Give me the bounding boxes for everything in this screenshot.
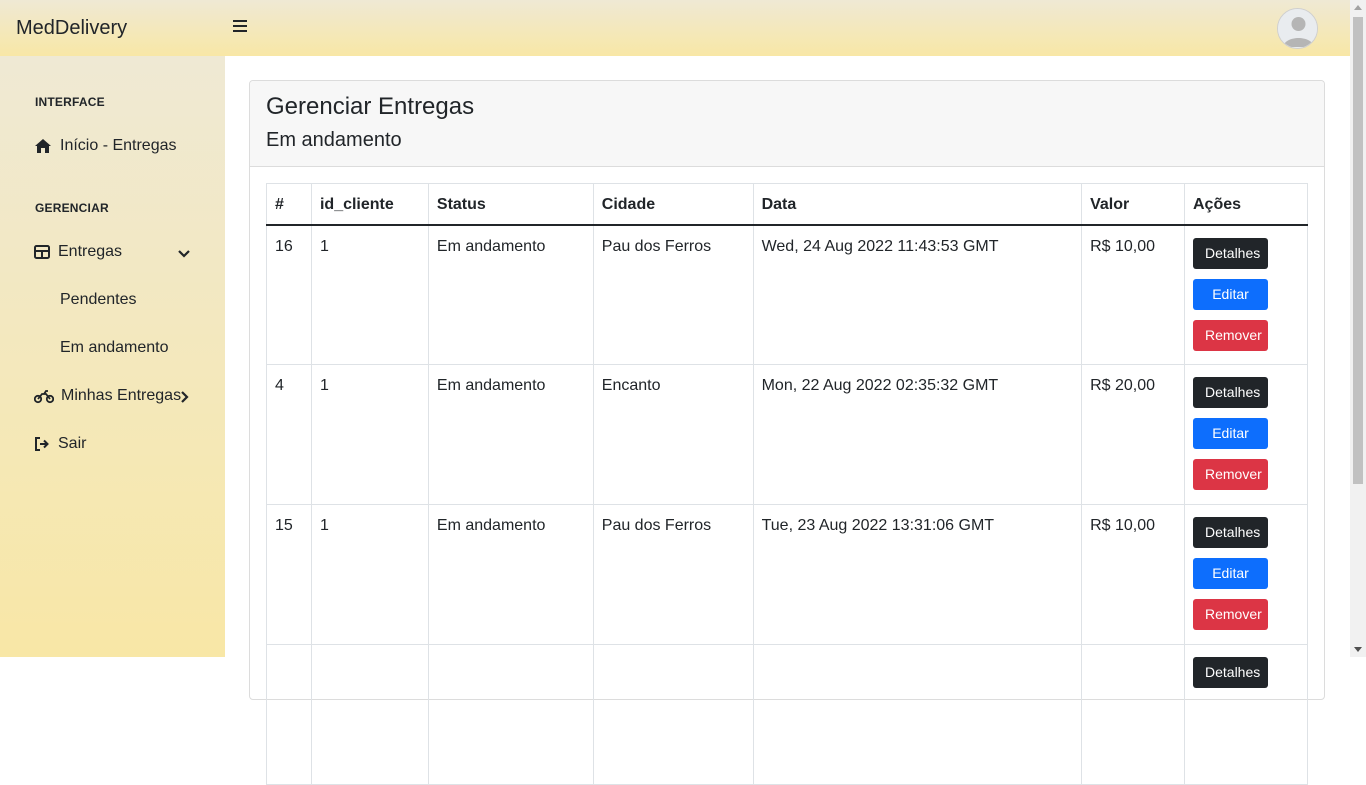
cell-status: Em andamento <box>427 504 594 645</box>
user-avatar-icon[interactable] <box>1277 8 1318 49</box>
editar-button[interactable]: Editar <box>1193 278 1268 310</box>
brand-logo[interactable]: MedDelivery <box>16 17 127 40</box>
sidebar-item-sair[interactable]: Sair <box>34 435 86 453</box>
card-header: Gerenciar Entregas Em andamento <box>250 81 1324 167</box>
sidebar-item-minhas-entregas[interactable]: Minhas Entregas <box>33 387 182 405</box>
cell-actions: Detalhes Editar Remover <box>1184 224 1308 365</box>
detalhes-button[interactable]: Detalhes <box>1193 377 1268 408</box>
column-header-id[interactable]: # <box>266 183 312 226</box>
cell-cidade: Pau dos Ferros <box>592 224 754 365</box>
hamburger-icon[interactable] <box>233 20 247 34</box>
detalhes-button[interactable]: Detalhes <box>1193 237 1268 269</box>
remover-button[interactable]: Remover <box>1193 319 1268 351</box>
table-header-row: # id_cliente Status Cidade Data Valor Aç… <box>266 183 1308 226</box>
editar-button[interactable]: Editar <box>1193 558 1268 589</box>
column-header-data[interactable]: Data <box>752 183 1083 226</box>
table-icon <box>34 244 50 260</box>
remover-button[interactable]: Remover <box>1193 599 1268 630</box>
table-row: 15 1 Em andamento Pau dos Ferros Tue, 23… <box>266 504 1308 645</box>
editar-button[interactable]: Editar <box>1193 418 1268 449</box>
column-header-cidade[interactable]: Cidade <box>592 183 754 226</box>
table-row: 4 1 Em andamento Encanto Mon, 22 Aug 202… <box>266 364 1308 505</box>
chevron-down-icon[interactable] <box>177 247 191 261</box>
column-header-id-cliente[interactable]: id_cliente <box>310 183 429 226</box>
sidebar-item-label: Minhas Entregas <box>61 387 182 404</box>
cell-id-cliente: 1 <box>310 364 429 505</box>
home-icon <box>34 138 52 154</box>
sidebar-item-entregas[interactable]: Entregas <box>34 243 122 261</box>
cell-id: 4 <box>266 364 312 505</box>
cell-valor: R$ 20,00 <box>1081 364 1185 505</box>
sidebar: INTERFACE Início - Entregas GERENCIAR En… <box>0 56 225 657</box>
motorcycle-icon <box>33 388 55 404</box>
cell-data: Mon, 22 Aug 2022 02:35:32 GMT <box>752 364 1083 505</box>
cell-actions: Detalhes Editar Remover <box>1184 364 1308 505</box>
sidebar-subitem-em-andamento[interactable]: Em andamento <box>60 339 169 357</box>
top-navbar: MedDelivery <box>0 0 1350 56</box>
cell-data: Tue, 23 Aug 2022 13:31:06 GMT <box>752 504 1083 645</box>
sidebar-subitem-pendentes[interactable]: Pendentes <box>60 291 137 309</box>
main-card: Gerenciar Entregas Em andamento # id_cli… <box>249 80 1325 785</box>
cell-id-cliente: 1 <box>310 504 429 645</box>
cell-id: 16 <box>266 224 312 365</box>
detalhes-button[interactable]: Detalhes <box>1193 517 1268 548</box>
sidebar-item-label: Sair <box>58 435 87 452</box>
sidebar-heading-gerenciar: GERENCIAR <box>35 201 109 215</box>
column-header-status[interactable]: Status <box>427 183 594 226</box>
scrollbar-thumb[interactable] <box>1353 17 1363 484</box>
cell-cidade: Encanto <box>592 364 754 505</box>
sidebar-item-inicio[interactable]: Início - Entregas <box>34 137 177 155</box>
cell-id: 15 <box>266 504 312 645</box>
sidebar-heading-interface: INTERFACE <box>35 95 105 109</box>
deliveries-table: # id_cliente Status Cidade Data Valor Aç… <box>266 183 1308 785</box>
cell-valor: R$ 10,00 <box>1081 504 1185 645</box>
column-header-acoes: Ações <box>1184 183 1308 226</box>
sidebar-item-label: Entregas <box>58 243 123 260</box>
chevron-right-icon[interactable] <box>178 390 192 404</box>
table-row: 16 1 Em andamento Pau dos Ferros Wed, 24… <box>266 224 1308 365</box>
scroll-up-icon[interactable] <box>1354 5 1362 10</box>
remover-button[interactable]: Remover <box>1193 459 1268 490</box>
page-scrollbar[interactable] <box>1350 0 1366 657</box>
cell-cidade: Pau dos Ferros <box>592 504 754 645</box>
page-title: Gerenciar Entregas <box>266 93 475 120</box>
scroll-down-icon[interactable] <box>1354 647 1362 652</box>
sign-out-icon <box>34 436 50 452</box>
detalhes-button[interactable]: Detalhes <box>1193 657 1268 688</box>
cell-actions: Detalhes <box>1184 644 1308 785</box>
cell-status: Em andamento <box>427 364 594 505</box>
table-row-partial: Detalhes <box>266 644 1308 785</box>
cell-valor: R$ 10,00 <box>1081 224 1185 365</box>
cell-data: Wed, 24 Aug 2022 11:43:53 GMT <box>752 224 1083 365</box>
page-subtitle: Em andamento <box>266 129 402 151</box>
cell-status: Em andamento <box>427 224 594 365</box>
cell-actions: Detalhes Editar Remover <box>1184 504 1308 645</box>
cell-id-cliente: 1 <box>310 224 429 365</box>
sidebar-item-label: Início - Entregas <box>60 137 177 154</box>
column-header-valor[interactable]: Valor <box>1081 183 1185 226</box>
